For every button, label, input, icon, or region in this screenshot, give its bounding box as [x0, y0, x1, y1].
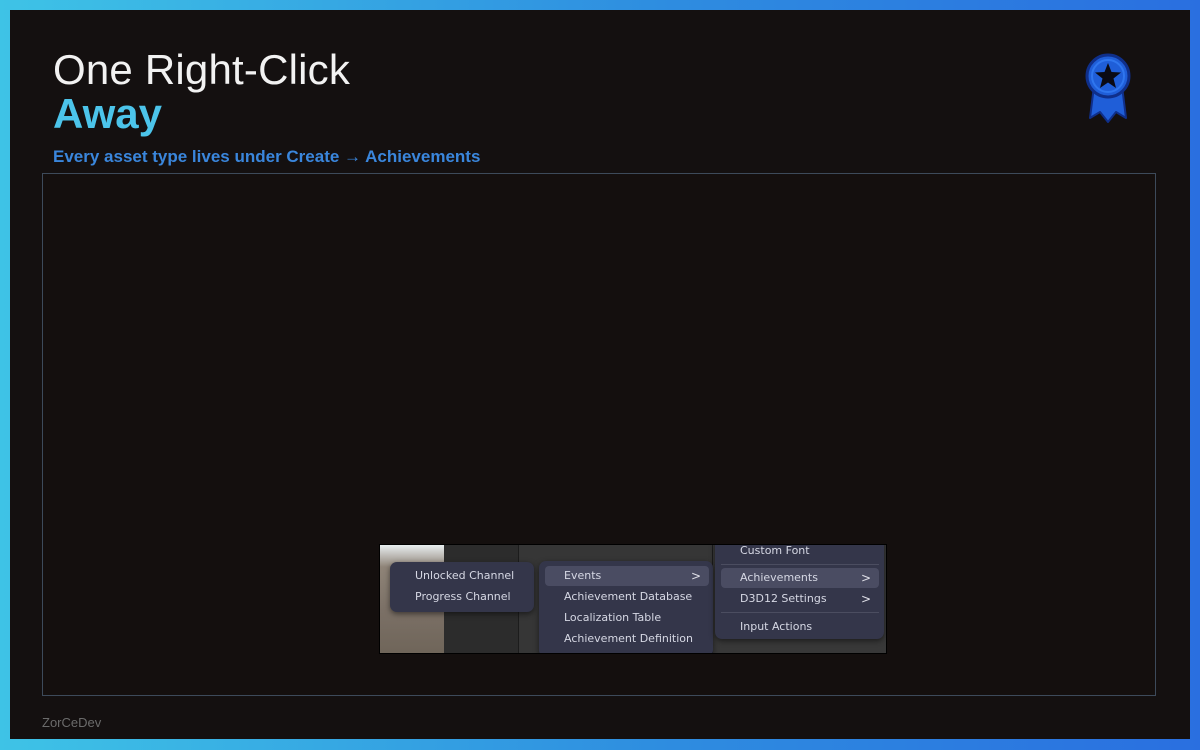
menu-item-progress-channel[interactable]: Progress Channel	[396, 587, 528, 607]
menu-item-achievement-database[interactable]: Achievement Database	[545, 587, 709, 607]
menu-item-custom-font[interactable]: Custom Font	[721, 545, 879, 561]
title-line-1: One Right-Click	[53, 46, 351, 93]
footer-credit: ZorCeDev	[42, 715, 102, 730]
create-menu: Custom Font Achievements > D3D12 Setting…	[715, 545, 884, 639]
slide: One Right-Click Away Every asset type li…	[10, 10, 1190, 739]
screenshot-frame: Unlocked Channel Progress Channel Events…	[42, 173, 1156, 696]
menu-item-achievement-definition[interactable]: Achievement Definition	[545, 629, 709, 649]
chevron-right-icon: >	[860, 571, 871, 585]
menu-separator	[721, 612, 879, 613]
achievements-submenu: Events > Achievement Database Localizati…	[539, 561, 713, 653]
title-line-2: Away	[53, 90, 162, 137]
chevron-right-icon: >	[860, 592, 871, 606]
award-ribbon-icon	[1085, 53, 1131, 123]
channel-submenu: Unlocked Channel Progress Channel	[390, 562, 534, 612]
editor-screenshot: Unlocked Channel Progress Channel Events…	[379, 544, 887, 654]
menu-item-events[interactable]: Events >	[545, 566, 709, 586]
chevron-right-icon: >	[690, 569, 701, 583]
menu-item-input-actions[interactable]: Input Actions	[721, 617, 879, 637]
menu-item-localization-table[interactable]: Localization Table	[545, 608, 709, 628]
menu-item-d3d12-settings[interactable]: D3D12 Settings >	[721, 589, 879, 609]
menu-item-achievements[interactable]: Achievements >	[721, 568, 879, 588]
menu-separator	[721, 564, 879, 565]
subtitle: Every asset type lives under Create → Ac…	[53, 147, 481, 166]
menu-item-unlocked-channel[interactable]: Unlocked Channel	[396, 566, 528, 586]
